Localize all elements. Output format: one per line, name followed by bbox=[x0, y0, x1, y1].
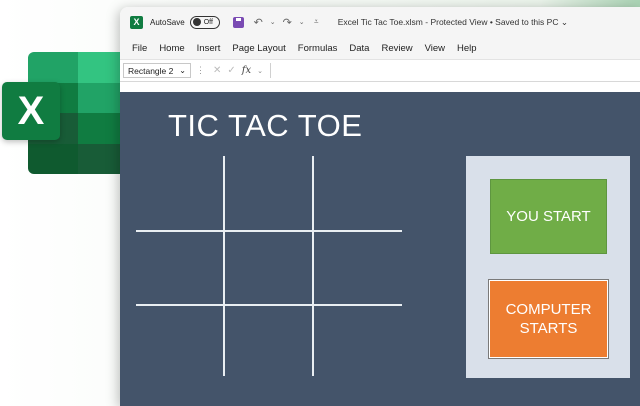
board-cell-8[interactable] bbox=[225, 306, 312, 376]
toggle-knob bbox=[192, 18, 201, 26]
undo-icon[interactable]: ↶ bbox=[251, 16, 266, 29]
board-cell-7[interactable] bbox=[136, 306, 223, 376]
board-cell-1[interactable] bbox=[136, 156, 223, 230]
menu-bar: File Home Insert Page Layout Formulas Da… bbox=[120, 37, 640, 59]
autosave-toggle[interactable]: Off bbox=[189, 15, 220, 29]
insert-function-icon[interactable]: fx bbox=[242, 65, 251, 76]
board-cell-9[interactable] bbox=[314, 306, 402, 376]
menu-view[interactable]: View bbox=[425, 43, 445, 54]
menu-file[interactable]: File bbox=[132, 43, 147, 54]
start-panel: YOU START COMPUTER STARTS bbox=[466, 156, 630, 378]
menu-home[interactable]: Home bbox=[159, 43, 184, 54]
menu-formulas[interactable]: Formulas bbox=[298, 43, 338, 54]
autosave-label: AutoSave bbox=[150, 17, 185, 27]
menu-page-layout[interactable]: Page Layout bbox=[232, 43, 285, 54]
tic-tac-toe-board bbox=[136, 156, 402, 376]
menu-insert[interactable]: Insert bbox=[197, 43, 221, 54]
redo-dropdown-icon[interactable]: ⌄ bbox=[299, 18, 305, 26]
board-cell-2[interactable] bbox=[225, 156, 312, 230]
computer-starts-button[interactable]: COMPUTER STARTS bbox=[488, 279, 609, 359]
formula-bar: Rectangle 2 ⌄ ⋮ ✕ ✓ fx ⌄ bbox=[120, 59, 640, 82]
chevron-down-icon[interactable]: ⌄ bbox=[179, 66, 186, 75]
excel-logo-badge: X bbox=[2, 82, 60, 140]
menu-help[interactable]: Help bbox=[457, 43, 477, 54]
game-title: TIC TAC TOE bbox=[168, 108, 363, 143]
board-cell-4[interactable] bbox=[136, 232, 223, 304]
menu-review[interactable]: Review bbox=[381, 43, 412, 54]
enter-icon[interactable]: ✓ bbox=[227, 65, 235, 76]
title-bar: X AutoSave Off ↶ ⌄ ↷ ⌄ ⩡ Excel Tic Tac T… bbox=[120, 7, 640, 37]
board-cell-6[interactable] bbox=[314, 232, 402, 304]
you-start-button[interactable]: YOU START bbox=[490, 179, 607, 254]
board-cell-3[interactable] bbox=[314, 156, 402, 230]
menu-data[interactable]: Data bbox=[349, 43, 369, 54]
undo-dropdown-icon[interactable]: ⌄ bbox=[270, 18, 276, 26]
redo-icon[interactable]: ↷ bbox=[280, 16, 295, 29]
customize-toolbar-icon[interactable]: ⩡ bbox=[309, 17, 324, 27]
cancel-icon[interactable]: ✕ bbox=[213, 65, 221, 76]
more-icon[interactable]: ⋮ bbox=[196, 65, 205, 76]
function-dropdown-icon[interactable]: ⌄ bbox=[257, 67, 263, 75]
formula-input[interactable] bbox=[270, 63, 640, 78]
worksheet[interactable]: TIC TAC TOE YOU START COMPUTER STARTS bbox=[120, 92, 640, 406]
name-box[interactable]: Rectangle 2 ⌄ bbox=[123, 63, 191, 78]
excel-window: X AutoSave Off ↶ ⌄ ↷ ⌄ ⩡ Excel Tic Tac T… bbox=[120, 7, 640, 406]
excel-app-icon: X bbox=[130, 15, 143, 29]
board-cell-5[interactable] bbox=[225, 232, 312, 304]
name-box-value: Rectangle 2 bbox=[128, 65, 174, 76]
excel-logo: X bbox=[0, 52, 130, 174]
save-icon[interactable] bbox=[232, 16, 244, 28]
autosave-state: Off bbox=[203, 18, 213, 26]
document-title[interactable]: Excel Tic Tac Toe.xlsm - Protected View … bbox=[338, 17, 568, 28]
